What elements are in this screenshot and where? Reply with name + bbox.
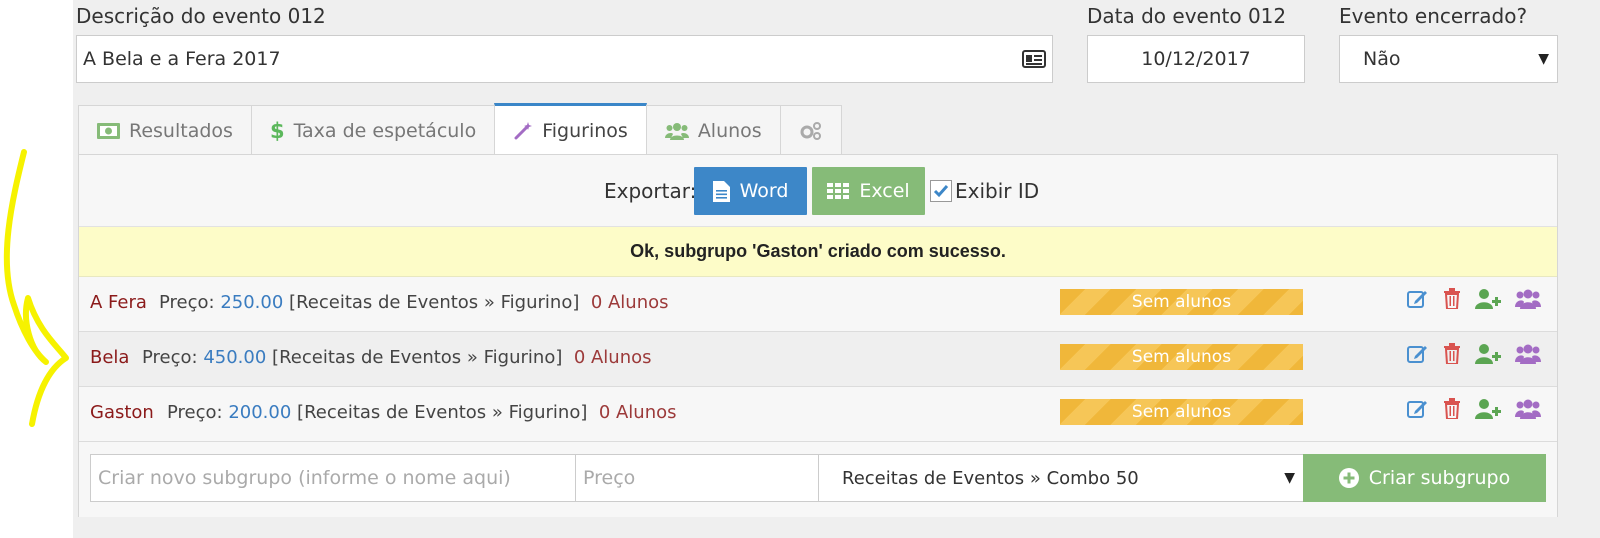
closed-value: Não <box>1363 48 1401 70</box>
tab-taxa-espetaculo[interactable]: $ Taxa de espetáculo <box>250 105 496 155</box>
category-select[interactable]: Receitas de Eventos » Combo 50 ▼ <box>818 454 1304 502</box>
tab-alunos[interactable]: Alunos <box>645 105 781 155</box>
price-label: Preço: <box>167 402 223 423</box>
subgroup-name: A Fera <box>90 292 147 313</box>
subgroup-row: Gaston Preço: 200.00 [Receitas de Evento… <box>79 387 1557 442</box>
date-input[interactable]: 10/12/2017 <box>1087 35 1305 83</box>
file-text-icon <box>712 180 730 202</box>
gears-icon <box>799 121 823 141</box>
status-progress-bar: Sem alunos <box>1060 399 1303 425</box>
subgroup-price: 250.00 <box>220 292 284 313</box>
group-users-icon[interactable] <box>1515 344 1541 364</box>
tab-label: Resultados <box>129 119 233 142</box>
event-form: Descrição do evento 012 A Bela e a Fera … <box>73 0 1600 538</box>
subgroup-category: [Receitas de Eventos » Figurino] <box>289 292 580 313</box>
description-label: Descrição do evento 012 <box>76 4 326 28</box>
tab-settings[interactable] <box>779 105 842 155</box>
figurinos-panel: Exportar: Word Excel Exibir ID Ok, subgr… <box>78 154 1558 517</box>
subgroup-price: 200.00 <box>228 402 292 423</box>
status-text: Sem alunos <box>1131 292 1232 312</box>
subgroup-name: Bela <box>90 347 130 368</box>
subgroup-info: Preço: 200.00 [Receitas de Eventos » Fig… <box>167 402 677 423</box>
tab-bar: Resultados $ Taxa de espetáculo Figurino… <box>78 103 842 155</box>
delete-icon[interactable] <box>1443 398 1461 419</box>
subgroup-name: Gaston <box>90 402 154 423</box>
dropdown-caret-icon: ▼ <box>1538 51 1549 67</box>
edit-icon[interactable] <box>1407 399 1429 419</box>
export-excel-button[interactable]: Excel <box>812 167 925 215</box>
subgroup-info: Preço: 450.00 [Receitas de Eventos » Fig… <box>142 347 652 368</box>
delete-icon[interactable] <box>1443 343 1461 364</box>
show-id-checkbox[interactable] <box>930 180 952 202</box>
export-word-button[interactable]: Word <box>694 167 807 215</box>
subgroup-name-input[interactable]: Criar novo subgrupo (informe o nome aqui… <box>90 454 576 502</box>
subgroup-price: 450.00 <box>203 347 267 368</box>
checkmark-icon <box>933 185 949 198</box>
edit-icon[interactable] <box>1407 344 1429 364</box>
group-users-icon[interactable] <box>1515 399 1541 419</box>
success-alert: Ok, subgrupo 'Gaston' criado com sucesso… <box>79 227 1557 277</box>
date-value: 10/12/2017 <box>1141 48 1251 70</box>
closed-select[interactable]: Não ▼ <box>1339 35 1558 83</box>
dollar-icon: $ <box>269 118 285 143</box>
tab-label: Taxa de espetáculo <box>293 119 477 142</box>
excel-label: Excel <box>859 180 910 202</box>
hand-drawn-arrow-annotation <box>3 149 69 427</box>
word-label: Word <box>739 180 789 202</box>
add-student-icon[interactable] <box>1475 398 1501 419</box>
description-value: A Bela e a Fera 2017 <box>83 48 281 70</box>
group-users-icon[interactable] <box>1515 289 1541 309</box>
price-label: Preço: <box>159 292 215 313</box>
status-text: Sem alunos <box>1131 402 1232 422</box>
tab-label: Alunos <box>697 119 762 142</box>
status-progress-bar: Sem alunos <box>1060 344 1303 370</box>
create-button-label: Criar subgrupo <box>1368 467 1511 489</box>
name-placeholder: Criar novo subgrupo (informe o nome aqui… <box>98 467 511 489</box>
add-student-icon[interactable] <box>1475 288 1501 309</box>
plus-circle-icon <box>1338 468 1359 488</box>
subgroup-row: A Fera Preço: 250.00 [Receitas de Evento… <box>79 277 1557 332</box>
tab-label: Figurinos <box>542 119 628 142</box>
description-input[interactable]: A Bela e a Fera 2017 <box>76 35 1053 83</box>
add-student-icon[interactable] <box>1475 343 1501 364</box>
table-grid-icon <box>827 182 850 200</box>
alert-message: Ok, subgrupo 'Gaston' criado com sucesso… <box>630 241 1006 261</box>
dropdown-caret-icon: ▼ <box>1284 470 1295 486</box>
closed-label: Evento encerrado? <box>1339 4 1528 28</box>
subgroup-students: 0 Alunos <box>573 347 652 368</box>
magic-wand-icon <box>513 121 533 141</box>
subgroup-price-input[interactable]: Preço <box>575 454 819 502</box>
status-text: Sem alunos <box>1131 347 1232 367</box>
tab-figurinos[interactable]: Figurinos <box>494 103 647 155</box>
price-placeholder: Preço <box>583 467 636 489</box>
subgroup-students: 0 Alunos <box>590 292 669 313</box>
row-actions <box>1407 343 1555 364</box>
price-label: Preço: <box>142 347 198 368</box>
date-label: Data do evento 012 <box>1087 4 1287 28</box>
create-subgroup-row: Criar novo subgrupo (informe o nome aqui… <box>79 443 1557 517</box>
money-icon <box>97 122 120 139</box>
category-value: Receitas de Eventos » Combo 50 <box>842 467 1139 489</box>
export-toolbar: Exportar: Word Excel Exibir ID <box>79 155 1557 227</box>
left-margin <box>0 0 73 538</box>
show-id-label: Exibir ID <box>955 179 1040 203</box>
users-icon <box>664 122 689 140</box>
tab-resultados[interactable]: Resultados <box>78 105 252 155</box>
export-label: Exportar: <box>604 179 697 203</box>
create-subgroup-button[interactable]: Criar subgrupo <box>1303 454 1546 502</box>
row-actions <box>1407 288 1555 309</box>
subgroup-info: Preço: 250.00 [Receitas de Eventos » Fig… <box>159 292 669 313</box>
delete-icon[interactable] <box>1443 288 1461 309</box>
subgroup-category: [Receitas de Eventos » Figurino] <box>297 402 588 423</box>
row-actions <box>1407 398 1555 419</box>
contact-card-icon <box>1022 50 1046 68</box>
subgroup-category: [Receitas de Eventos » Figurino] <box>272 347 563 368</box>
subgroup-row: Bela Preço: 450.00 [Receitas de Eventos … <box>79 332 1557 387</box>
edit-icon[interactable] <box>1407 289 1429 309</box>
subgroup-students: 0 Alunos <box>598 402 677 423</box>
status-progress-bar: Sem alunos <box>1060 289 1303 315</box>
